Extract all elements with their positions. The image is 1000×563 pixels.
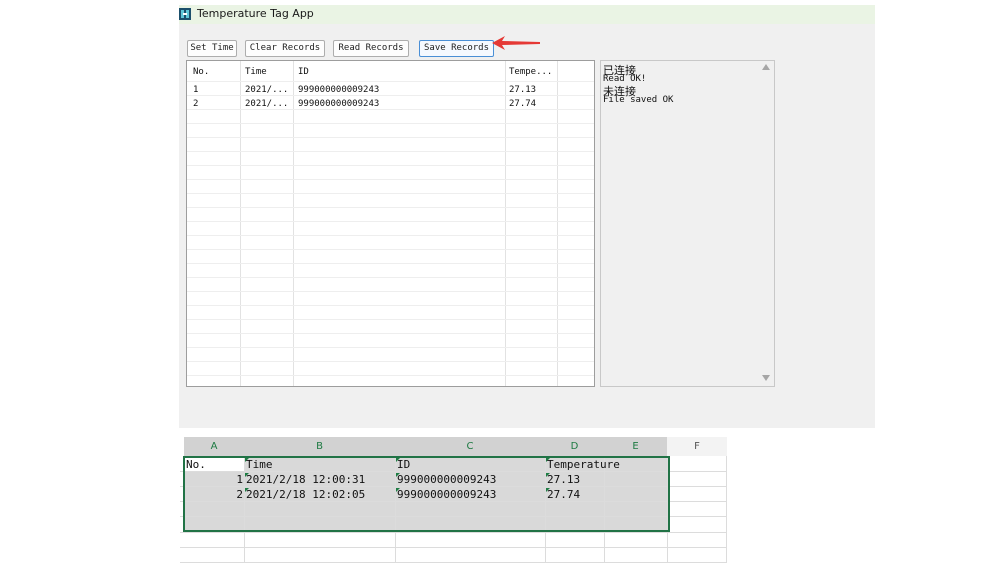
sheet-cell-c1[interactable]: ID (397, 458, 410, 472)
window-title: Temperature Tag App (197, 7, 314, 20)
grid-row-divider (187, 179, 594, 180)
grid-cell-no: 2 (193, 99, 199, 109)
grid-row-divider (187, 263, 594, 264)
sheet-cell-b2[interactable]: 2021/2/18 12:00:31 (246, 473, 365, 487)
sheet-cell-a3[interactable]: 2 (186, 488, 243, 502)
grid-row-divider (187, 375, 594, 376)
sheet-cell-c3[interactable]: 999000000009243 (397, 488, 496, 502)
column-header-c[interactable]: C (395, 437, 545, 456)
grid-row-divider (187, 305, 594, 306)
sheet-cell-b3[interactable]: 2021/2/18 12:02:05 (246, 488, 365, 502)
sheet-cell-a2[interactable]: 1 (186, 473, 243, 487)
grid-row-divider (187, 151, 594, 152)
log-line: File saved OK (603, 95, 674, 105)
scroll-down-arrow-icon[interactable] (762, 375, 770, 381)
grid-row-divider (187, 249, 594, 250)
column-header-d[interactable]: D (545, 437, 604, 456)
grid-row-divider (187, 207, 594, 208)
column-header-a[interactable]: A (184, 437, 244, 456)
grid-cell-no: 1 (193, 85, 199, 95)
sheet-cell-a1[interactable]: No. (186, 458, 206, 472)
clear-records-button[interactable]: Clear Records (245, 40, 325, 57)
red-arrow-icon (492, 36, 540, 50)
log-panel[interactable]: 已连接 Read OK! 未连接 File saved OK (600, 60, 775, 387)
grid-row-divider (187, 193, 594, 194)
title-bar: Temperature Tag App (179, 5, 875, 24)
grid-row-divider (187, 333, 594, 334)
grid-row-divider (187, 221, 594, 222)
grid-row-divider (187, 319, 594, 320)
sheet-cell-d2[interactable]: 27.13 (547, 473, 580, 487)
grid-row-divider (187, 277, 594, 278)
grid-row-divider (187, 361, 594, 362)
sheet-cell-d1[interactable]: Temperature (547, 458, 620, 472)
grid-cell-id: 999000000009243 (298, 85, 380, 95)
grid-header-time[interactable]: Time (245, 66, 267, 78)
grid-row-divider (187, 123, 594, 124)
column-header-e[interactable]: E (604, 437, 667, 456)
grid-row-divider (187, 137, 594, 138)
app-window: Temperature Tag App Set Time Clear Recor… (179, 5, 875, 428)
grid-header-id[interactable]: ID (298, 66, 309, 78)
set-time-button[interactable]: Set Time (187, 40, 237, 57)
app-logo-icon (179, 8, 191, 20)
column-header-f[interactable]: F (667, 437, 727, 456)
grid-row-divider (187, 347, 594, 348)
scroll-up-arrow-icon[interactable] (762, 64, 770, 70)
save-records-button[interactable]: Save Records (419, 40, 494, 57)
grid-cell-temperature: 27.74 (509, 99, 537, 109)
grid-row-divider (187, 165, 594, 166)
records-grid[interactable]: No. Time ID Tempe... 1 2021/... 99900000… (186, 60, 595, 387)
grid-header-no[interactable]: No. (193, 66, 209, 78)
grid-row-divider (187, 291, 594, 292)
grid-cell-time: 2021/... (245, 99, 289, 109)
column-header-row: A B C D E F (180, 437, 727, 456)
sheet-cell-b1[interactable]: Time (246, 458, 273, 472)
grid-row-divider (187, 81, 594, 82)
sheet-cell-c2[interactable]: 999000000009243 (397, 473, 496, 487)
sheet-row-divider (180, 547, 727, 548)
sheet-row-divider (180, 532, 727, 533)
read-records-button[interactable]: Read Records (333, 40, 409, 57)
sheet-cell-d3[interactable]: 27.74 (547, 488, 580, 502)
grid-cell-id: 999000000009243 (298, 99, 380, 109)
grid-header-temperature[interactable]: Tempe... (509, 66, 552, 78)
grid-cell-time: 2021/... (245, 85, 289, 95)
spreadsheet[interactable]: A B C D E F No. Time ID Temperature 1 20… (180, 437, 727, 563)
column-header-b[interactable]: B (244, 437, 395, 456)
grid-row-divider (187, 235, 594, 236)
grid-cell-temperature: 27.13 (509, 85, 537, 95)
